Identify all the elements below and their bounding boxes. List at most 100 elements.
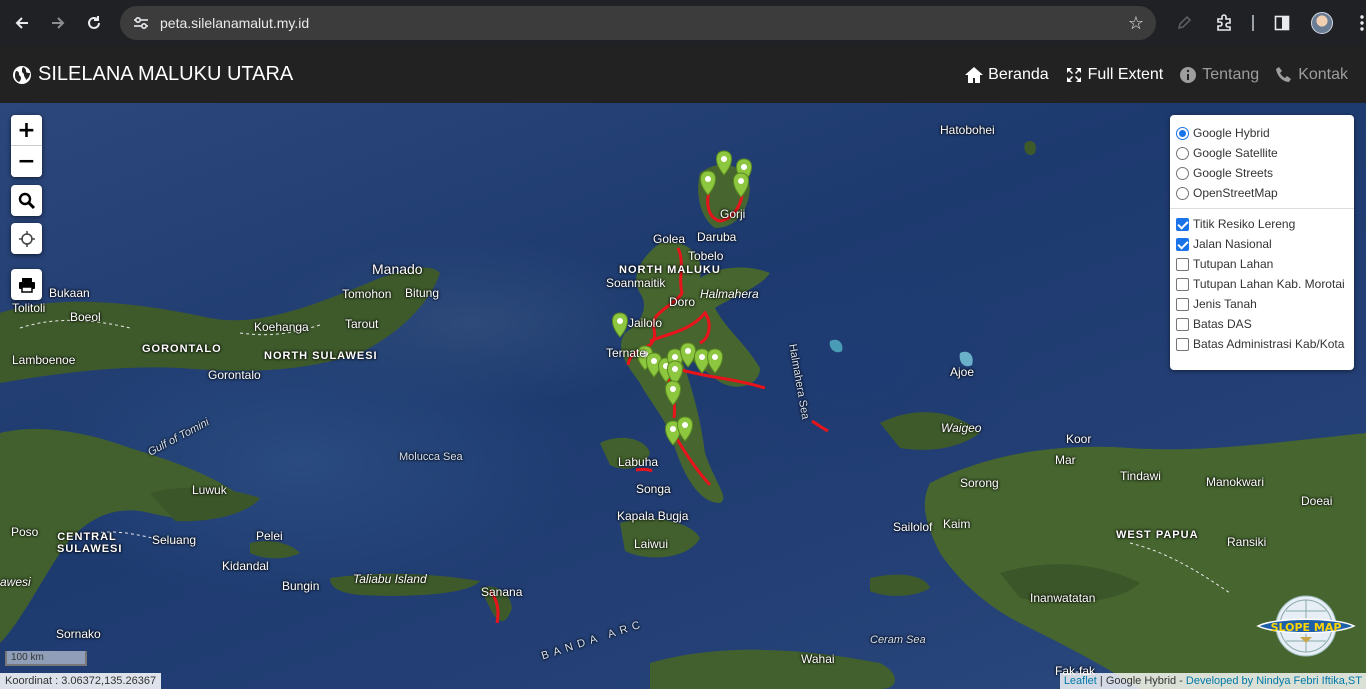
layer-label: OpenStreetMap — [1193, 186, 1278, 200]
slope-map-logo: SLOPE MAP — [1256, 593, 1356, 659]
overlay-checkbox[interactable] — [1176, 217, 1189, 231]
expand-icon — [1066, 67, 1081, 82]
print-button[interactable] — [11, 269, 42, 300]
map-search-button[interactable] — [11, 185, 42, 216]
address-bar[interactable]: peta.silelanamalut.my.id ☆ — [120, 6, 1156, 40]
url-text: peta.silelanamalut.my.id — [160, 15, 310, 31]
printer-icon — [18, 277, 35, 293]
zoom-out-button[interactable]: − — [11, 146, 42, 177]
layer-label: Batas DAS — [1193, 317, 1252, 331]
developer-link[interactable]: Developed by Nindya Febri Iftika,ST — [1186, 675, 1362, 687]
layer-label: Google Satellite — [1193, 146, 1278, 160]
menu-kontak[interactable]: Kontak — [1275, 66, 1348, 84]
place-label: Doro — [669, 295, 696, 309]
sea-label: Molucca Sea — [399, 451, 463, 463]
place-label: Ternate — [606, 346, 647, 360]
menu-label: Full Extent — [1087, 65, 1164, 83]
brand[interactable]: SILELANA MALUKU UTARA — [12, 63, 293, 86]
region-label: CENTRAL SULAWESI — [57, 531, 123, 555]
base-layer-option[interactable]: Google Satellite — [1176, 143, 1348, 163]
place-label: Ransiki — [1227, 535, 1267, 549]
base-layer-radio[interactable] — [1176, 166, 1189, 180]
overlay-option[interactable]: Tutupan Lahan — [1176, 254, 1348, 274]
overlay-option[interactable]: Titik Resiko Lereng — [1176, 214, 1348, 234]
place-label: awesi — [0, 575, 31, 589]
region-label: WEST PAPUA — [1116, 529, 1199, 541]
place-label: Soanmaitik — [606, 276, 666, 290]
place-label: Tindawi — [1120, 469, 1161, 483]
overlay-option[interactable]: Jalan Nasional — [1176, 234, 1348, 254]
side-panel-icon[interactable] — [1264, 6, 1300, 40]
extensions-puzzle-icon[interactable] — [1206, 6, 1242, 40]
place-label: Daruba — [697, 230, 737, 244]
layer-label: Google Hybrid — [1193, 126, 1270, 140]
place-label: Hatobohei — [940, 123, 995, 137]
crosshair-icon — [18, 230, 35, 247]
base-layer-radio[interactable] — [1176, 146, 1189, 160]
place-label: Seluang — [152, 533, 197, 547]
overlay-checkbox[interactable] — [1176, 277, 1189, 291]
browser-menu-kebab-icon[interactable] — [1344, 6, 1366, 40]
zoom-in-button[interactable]: + — [11, 115, 42, 146]
overlay-checkbox[interactable] — [1176, 337, 1189, 351]
globe-icon — [13, 65, 31, 84]
base-layer-option[interactable]: Google Streets — [1176, 163, 1348, 183]
place-label: Taliabu Island — [353, 572, 427, 586]
place-label: Golea — [653, 232, 686, 246]
place-label: Inanwatatan — [1030, 591, 1096, 605]
browser-actions — [1166, 6, 1366, 40]
overlay-option[interactable]: Tutupan Lahan Kab. Morotai — [1176, 274, 1348, 294]
place-label: Tobelo — [688, 249, 724, 263]
layer-label: Tutupan Lahan Kab. Morotai — [1193, 277, 1345, 291]
site-settings-icon[interactable] — [126, 16, 156, 30]
leaflet-link[interactable]: Leaflet — [1064, 675, 1097, 687]
place-label: Pelei — [256, 529, 283, 543]
overlay-checkbox[interactable] — [1176, 237, 1189, 251]
app-navbar: SILELANA MALUKU UTARA Beranda Full Exten… — [0, 46, 1366, 103]
place-label: Wahai — [801, 652, 835, 666]
layer-label: Google Streets — [1193, 166, 1274, 180]
base-layer-radio[interactable] — [1176, 186, 1189, 200]
overlay-checkbox[interactable] — [1176, 297, 1189, 311]
place-label: Songa — [636, 482, 671, 496]
attribution-text: | Google Hybrid - — [1096, 675, 1186, 687]
base-layer-option[interactable]: Google Hybrid — [1176, 123, 1348, 143]
base-layer-radio[interactable] — [1176, 126, 1189, 140]
overlay-option[interactable]: Jenis Tanah — [1176, 294, 1348, 314]
overlay-checkbox[interactable] — [1176, 317, 1189, 331]
locate-button[interactable] — [11, 223, 42, 254]
avatar — [1311, 12, 1333, 34]
place-label: Tarout — [345, 317, 379, 331]
place-label: Jailolo — [628, 316, 663, 330]
place-label: Doeai — [1301, 494, 1333, 508]
reload-button[interactable] — [76, 5, 112, 41]
menu-full-extent[interactable]: Full Extent — [1065, 65, 1164, 84]
region-label: NORTH SULAWESI — [264, 350, 378, 362]
map-canvas[interactable]: Hatobohei Manado Bukaan Tomohon Bitung T… — [0, 103, 1366, 689]
place-label: Kaim — [943, 517, 971, 531]
forward-button[interactable] — [40, 5, 76, 41]
edit-pen-icon[interactable] — [1166, 6, 1202, 40]
zoom-control: + − — [11, 115, 42, 177]
profile-avatar[interactable] — [1304, 6, 1340, 40]
layer-label: Tutupan Lahan — [1193, 257, 1274, 271]
place-label: Bukaan — [49, 286, 90, 300]
overlay-option[interactable]: Batas Administrasi Kab/Kota — [1176, 334, 1348, 354]
back-arrow-icon — [15, 17, 28, 29]
overlay-option[interactable]: Batas DAS — [1176, 314, 1348, 334]
place-label: Sorong — [960, 476, 999, 490]
overlay-checkbox[interactable] — [1176, 257, 1189, 271]
layer-label: Jalan Nasional — [1193, 237, 1272, 251]
base-layer-option[interactable]: OpenStreetMap — [1176, 183, 1348, 203]
place-label: Tolitoli — [12, 301, 46, 315]
layers-control-panel: Google Hybrid Google Satellite Google St… — [1170, 115, 1354, 370]
region-label: GORONTALO — [142, 343, 222, 355]
place-label: Bungin — [282, 579, 320, 593]
search-icon — [18, 192, 35, 209]
back-button[interactable] — [4, 5, 40, 41]
place-label: Koehanga — [254, 320, 309, 334]
menu-beranda[interactable]: Beranda — [965, 66, 1049, 84]
bookmark-star-icon[interactable]: ☆ — [1128, 13, 1144, 34]
layer-label: Titik Resiko Lereng — [1193, 217, 1296, 231]
menu-tentang[interactable]: Tentang — [1179, 66, 1259, 84]
